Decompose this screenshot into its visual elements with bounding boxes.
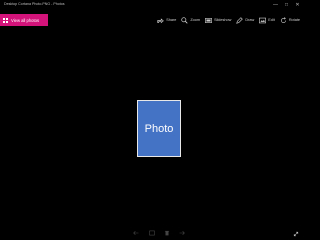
minimize-button[interactable]: — bbox=[270, 0, 281, 9]
close-button[interactable]: ✕ bbox=[292, 0, 303, 9]
title-bar: Desktop Cortana Photo.PNG - Photos — □ ✕ bbox=[0, 0, 303, 12]
maximize-button[interactable]: □ bbox=[281, 0, 292, 9]
photo-label: Photo bbox=[144, 122, 174, 135]
photos-grid-icon bbox=[3, 17, 8, 23]
previous-button[interactable] bbox=[132, 228, 140, 238]
edit-button[interactable]: Edit bbox=[259, 14, 275, 26]
photo-image: Photo bbox=[137, 100, 181, 157]
zoom-label: Zoom bbox=[190, 18, 201, 22]
photos-app-window: Desktop Cortana Photo.PNG - Photos — □ ✕… bbox=[0, 0, 303, 240]
window-title: Desktop Cortana Photo.PNG - Photos bbox=[4, 2, 65, 6]
rotate-icon bbox=[280, 16, 287, 24]
fullscreen-icon[interactable] bbox=[293, 231, 299, 237]
next-button[interactable] bbox=[178, 228, 186, 238]
rotate-label: Rotate bbox=[288, 18, 300, 22]
view-details-button[interactable] bbox=[148, 228, 156, 238]
trash-icon bbox=[164, 230, 170, 236]
slideshow-label: Slideshow bbox=[214, 18, 232, 22]
delete-button[interactable] bbox=[163, 228, 171, 238]
toolbar: View all photos Share Zoom Slideshow Dra… bbox=[0, 14, 303, 26]
draw-icon bbox=[236, 16, 244, 24]
view-all-photos-button[interactable]: View all photos bbox=[0, 14, 48, 26]
bottom-navigation bbox=[0, 228, 303, 238]
share-icon bbox=[157, 17, 165, 24]
edit-label: Edit bbox=[268, 18, 275, 22]
zoom-icon bbox=[181, 16, 188, 24]
window-controls: — □ ✕ bbox=[270, 0, 303, 12]
view-all-photos-label: View all photos bbox=[11, 17, 40, 23]
arrow-right-icon bbox=[179, 230, 185, 236]
draw-button[interactable]: Draw bbox=[236, 14, 254, 26]
info-icon bbox=[149, 230, 155, 236]
arrow-left-icon bbox=[133, 230, 139, 236]
slideshow-button[interactable]: Slideshow bbox=[205, 14, 231, 26]
share-button[interactable]: Share bbox=[157, 14, 176, 26]
toolbar-actions: Share Zoom Slideshow Draw Edit Rotate bbox=[152, 14, 300, 26]
slideshow-icon bbox=[205, 17, 213, 24]
share-label: Share bbox=[166, 18, 177, 22]
edit-icon bbox=[259, 17, 267, 24]
zoom-button[interactable]: Zoom bbox=[181, 14, 200, 26]
draw-label: Draw bbox=[245, 18, 255, 22]
rotate-button[interactable]: Rotate bbox=[280, 14, 300, 26]
